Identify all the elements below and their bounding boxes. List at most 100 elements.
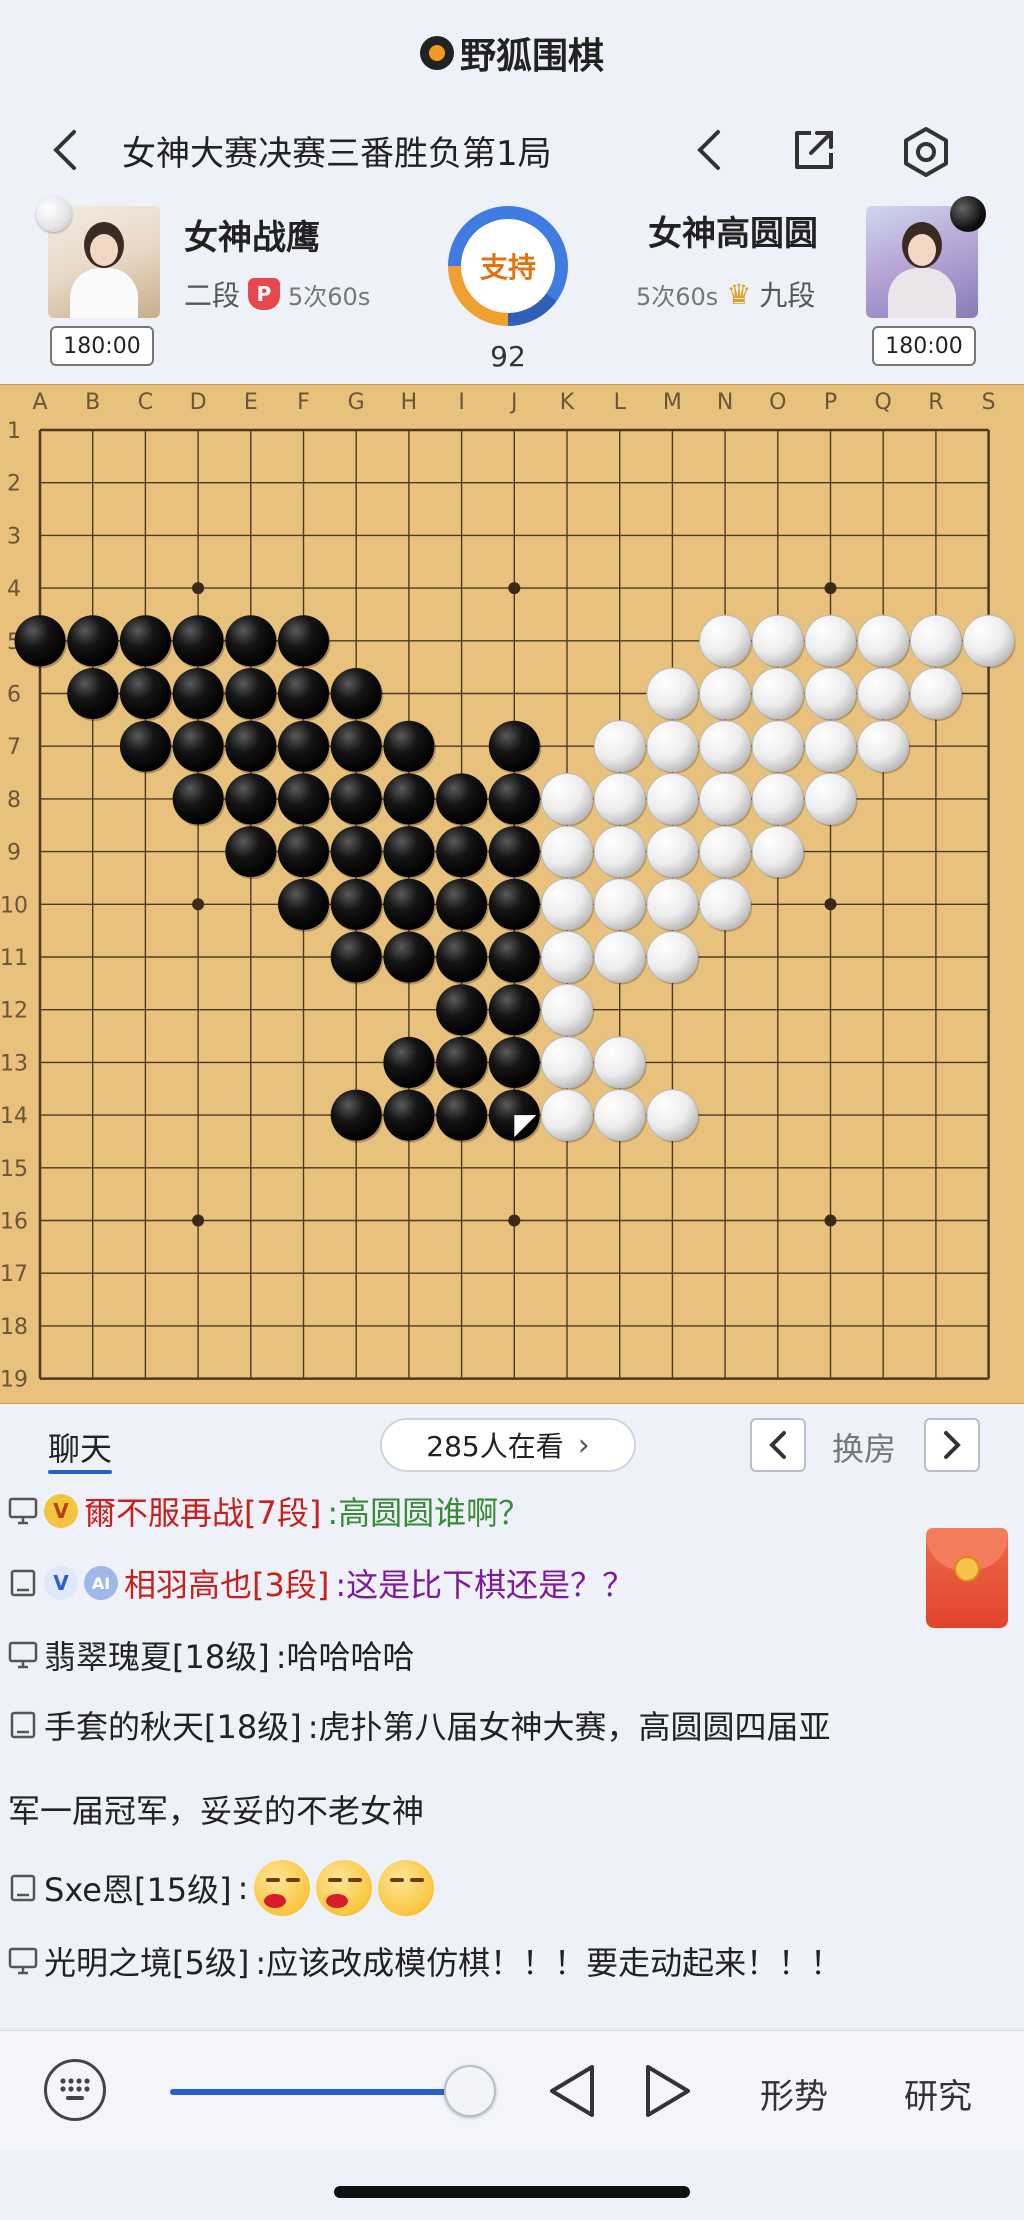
top-nav: 女神大赛决赛三番胜负第1局 [0,110,1024,190]
black-stone [225,720,277,772]
share-button[interactable] [786,122,842,178]
row-label: 9 [7,841,21,866]
keyboard-button[interactable] [44,2059,106,2121]
black-stone [488,720,540,772]
white-stone [646,878,699,931]
black-stone [330,1089,382,1141]
situation-button[interactable]: 形势 [760,2069,828,2118]
shy-cat-emoji-icon [378,1860,435,1916]
black-player-name[interactable]: 女神高圆圆 [648,206,818,255]
chat-username[interactable]: Sxe恩[15级] [44,1865,232,1911]
settings-button[interactable] [896,122,956,182]
chat-username[interactable]: 翡翠瑰夏[18级] [44,1632,270,1678]
black-stone [488,826,540,878]
logo-text: 野狐围棋 [459,35,604,77]
row-label: 8 [7,788,21,813]
row-label: 7 [7,735,21,760]
chat-username[interactable]: 爾不服再战[7段] [84,1488,321,1534]
black-stone [278,826,329,878]
research-button[interactable]: 研究 [904,2069,972,2118]
triangle-right-icon [646,2065,690,2117]
white-stone [804,720,857,773]
go-board[interactable]: A B C D E F G H I J K L M N O P Q R S 1 2 3 4 5 6 7 8 9 10 11 12 13 14 15… [0,384,1024,1404]
column-label: G [348,390,365,415]
fox-logo-icon [419,36,454,70]
next-room-button[interactable] [924,1418,980,1472]
crown-icon: ♛ [726,277,752,311]
black-stone [330,773,382,825]
chat-username[interactable]: 光明之境[5级] [44,1938,249,1984]
chat-text: :应该改成模仿棋！！！要走动起来！！！ [255,1944,843,1982]
white-stone [541,1089,593,1142]
ai-badge-icon: AI [84,1566,118,1600]
black-stone [278,668,329,719]
column-label: M [663,390,682,415]
home-indicator[interactable] [334,2186,690,2198]
desktop-icon [8,1496,38,1526]
chat-text: :哈哈哈哈 [275,1638,415,1676]
chat-username[interactable]: 手套的秋天[18级] [44,1702,302,1748]
black-stone-indicator [950,196,986,232]
white-stone [646,1089,699,1142]
red-packet-button[interactable] [926,1528,1008,1628]
chevron-left-icon [697,130,720,170]
back-button[interactable] [36,122,92,178]
chevron-left-icon [769,1431,786,1459]
black-stone [436,1036,488,1088]
chat-text: :这是比下棋还是？？ [335,1566,635,1604]
previous-game-button[interactable] [680,122,736,178]
white-stone [593,1036,646,1089]
black-player-info: 5次60s ♛ 九段 [636,274,815,314]
white-stone [699,614,752,667]
white-stone [541,1036,593,1089]
white-stone [699,720,752,773]
white-stone [593,720,646,773]
black-stone [383,1089,435,1141]
mobile-icon [8,1568,38,1598]
star-point [824,1214,837,1227]
previous-move-button[interactable] [544,2061,600,2121]
white-stone [699,772,752,825]
white-stone [699,825,752,878]
white-player-name[interactable]: 女神战鹰 [184,210,320,259]
column-label: I [458,390,465,415]
mobile-icon [8,1710,38,1740]
row-label: 13 [0,1051,28,1076]
black-stone [436,1089,488,1141]
row-label: 3 [7,524,21,549]
white-stone [541,878,593,931]
column-label: C [138,390,153,415]
viewers-button[interactable]: 285人在看 › [380,1418,636,1472]
column-label: R [928,390,943,415]
previous-room-button[interactable] [750,1418,806,1472]
star-point [192,898,205,911]
column-label: P [824,390,837,415]
black-stone [278,720,329,772]
white-stone [541,772,593,825]
star-point [508,1214,521,1227]
move-slider-thumb[interactable] [444,2065,496,2117]
chat-username[interactable]: 相羽高也[3段] [124,1560,329,1606]
white-stone [804,772,857,825]
black-stone [278,615,329,667]
black-stone [172,720,224,772]
row-label: 1 [7,419,21,444]
next-move-button[interactable] [640,2061,696,2121]
chat-message: Sxe恩[15级]: [8,1860,435,1916]
tab-chat[interactable]: 聊天 [48,1424,112,1470]
go-board-svg: A B C D E F G H I J K L M N O P Q R S123456789101112131415… [0,390,1016,1393]
row-label: 14 [0,1104,28,1129]
app-logo: 野狐围棋 [0,18,1024,88]
column-label: B [85,390,100,415]
black-stone [119,615,171,667]
black-stone [119,668,171,719]
black-stone [330,878,382,930]
black-stone [225,668,277,719]
row-label: 17 [0,1262,28,1287]
row-label: 16 [0,1210,28,1235]
support-button[interactable]: 支持 [448,206,568,326]
black-stone [383,826,435,878]
black-stone [330,668,382,719]
white-stone [541,931,593,983]
mobile-icon [8,1873,38,1903]
